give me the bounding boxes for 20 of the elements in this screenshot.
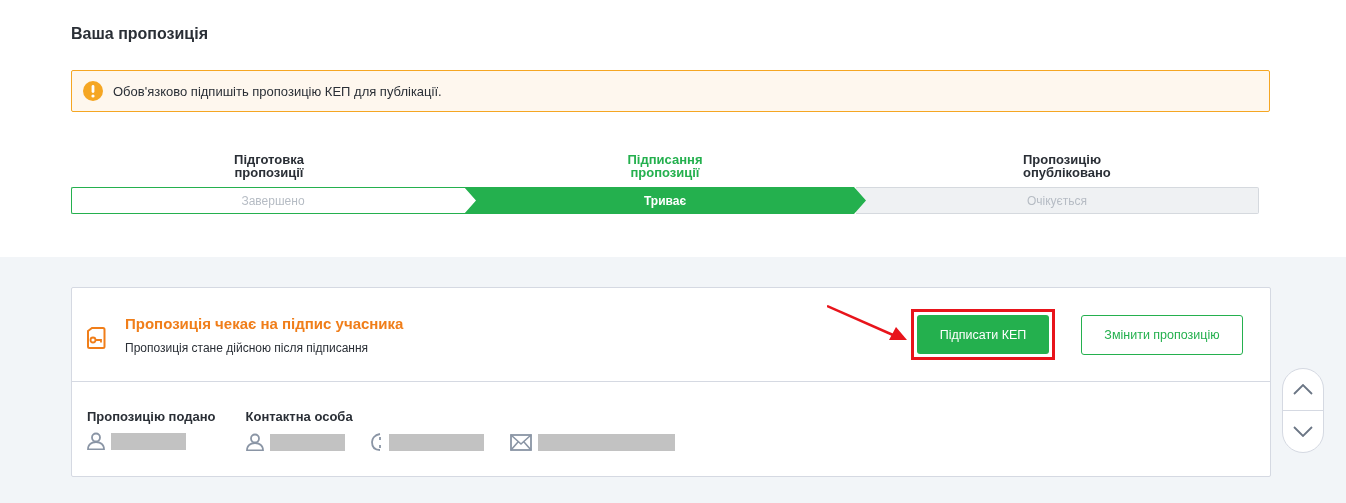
step-label: Пропозицію опубліковано xyxy=(1022,153,1112,179)
chevron-up-icon xyxy=(1293,384,1313,395)
warning-icon xyxy=(83,81,103,101)
edit-button[interactable]: Змінити пропозицію xyxy=(1081,314,1243,355)
step-label: Підписання пропозиції xyxy=(626,153,704,179)
card-subtext: Пропозиція стане дійсною після підписання xyxy=(125,340,370,355)
person-icon xyxy=(245,433,264,451)
card-heading: Пропозиція чекає на підпис учасника xyxy=(125,314,405,332)
notice-text: Обов'язково підпишіть пропозицію КЕП для публікації. xyxy=(113,83,442,99)
sign-button[interactable]: Підписати КЕП xyxy=(917,315,1049,354)
section-title: Ваша пропозиція xyxy=(71,25,209,44)
person-icon xyxy=(87,432,105,450)
contact-heading: Пропозицію подано xyxy=(87,409,216,424)
step-label: Підготовка пропозиції xyxy=(233,153,305,179)
chevron-down-icon xyxy=(1293,426,1313,437)
step-segment: Триває xyxy=(464,187,866,214)
signed-document-icon xyxy=(86,326,106,349)
step-segment: Очікується xyxy=(856,187,1259,214)
contact-heading: Контактна особа xyxy=(245,409,354,424)
mail-icon xyxy=(509,433,532,451)
